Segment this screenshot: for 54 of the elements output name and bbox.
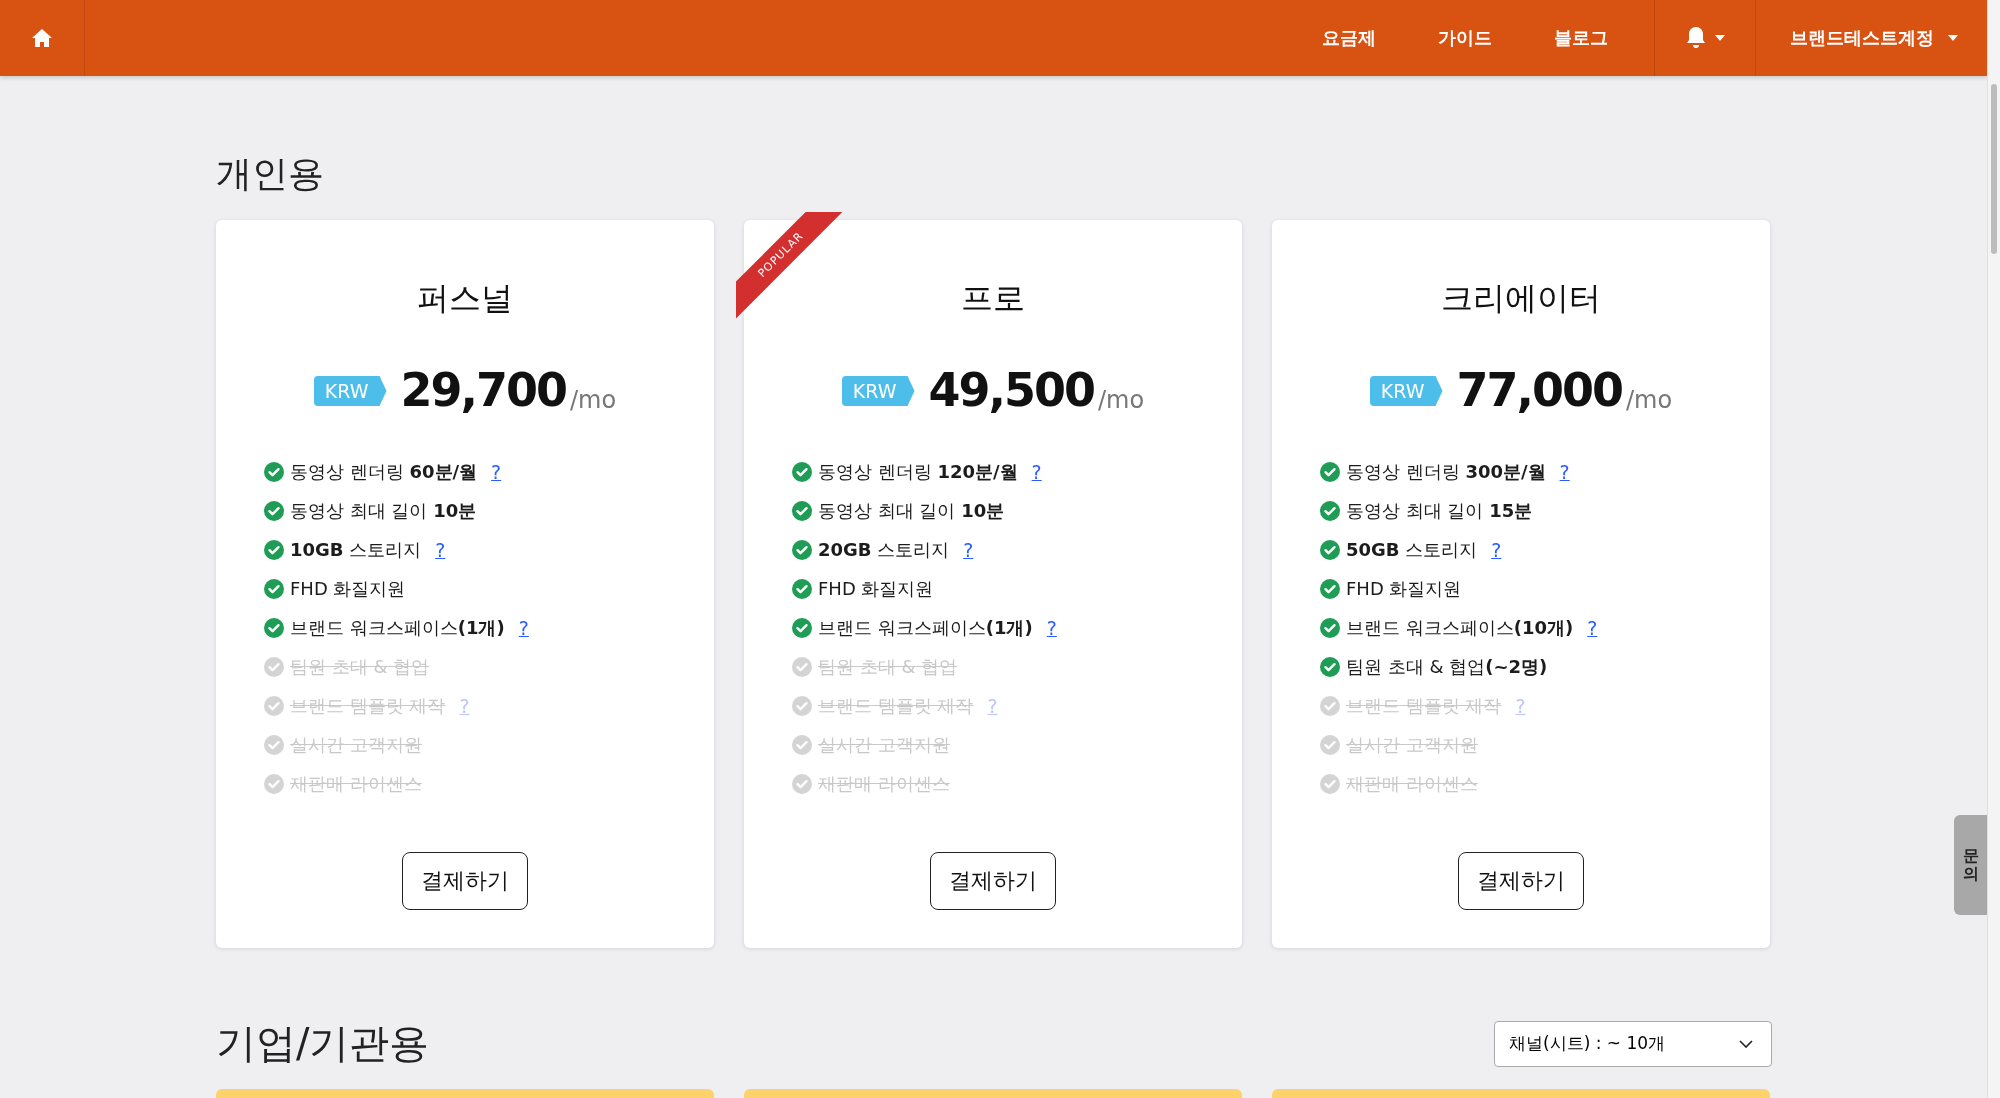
feature-text: 동영상 렌더링 120분/월 <box>818 459 1018 484</box>
notification-button[interactable] <box>1654 0 1756 76</box>
plan-name: 퍼스널 <box>417 278 513 319</box>
caret-icon <box>1948 35 1958 41</box>
nav-link[interactable]: 가이드 <box>1407 0 1523 76</box>
feature-text: 동영상 렌더링 60분/월 <box>290 459 478 484</box>
feature-text: 브랜드 워크스페이스(10개) <box>1346 615 1574 640</box>
checkout-button[interactable]: 결제하기 <box>930 852 1056 910</box>
price: 77,000 <box>1456 362 1622 418</box>
scrollbar[interactable] <box>1987 0 2000 1098</box>
feature-text: 팀원 초대 & 협업(~2명) <box>1346 654 1548 679</box>
feature-text: 브랜드 워크스페이스(1개) <box>818 615 1033 640</box>
feature-text: 20GB 스토리지 <box>818 537 950 562</box>
nav-link[interactable]: 요금제 <box>1291 0 1407 76</box>
help-link[interactable]: ? <box>1046 616 1057 639</box>
help-link[interactable]: ? <box>963 538 974 561</box>
help-link[interactable]: ? <box>1031 460 1042 483</box>
feature-text: 동영상 최대 길이 10분 <box>818 498 1005 523</box>
checkout-button[interactable]: 결제하기 <box>1458 852 1584 910</box>
price-period: /mo <box>1098 386 1145 414</box>
help-link[interactable]: ? <box>1491 538 1502 561</box>
chevron-down-icon <box>1739 1039 1753 1048</box>
feature-text: 10GB 스토리지 <box>290 537 422 562</box>
channel-select[interactable]: 채널(시트) : ~ 10개 <box>1494 1020 1772 1067</box>
plan-name: 프로 <box>961 278 1025 319</box>
feature-text: 50GB 스토리지 <box>1346 537 1478 562</box>
bell-icon <box>1685 26 1707 50</box>
feature-text: 동영상 렌더링 300분/월 <box>1346 459 1546 484</box>
price-period: /mo <box>570 386 617 414</box>
help-link[interactable]: ? <box>1559 460 1570 483</box>
currency-tag: KRW <box>313 376 387 406</box>
feature-text: 브랜드 워크스페이스(1개) <box>290 615 505 640</box>
account-menu[interactable]: 브랜드테스트계정 <box>1756 0 1988 76</box>
feature-text: FHD 화질지원 <box>290 576 406 601</box>
section-title: 기업/기관용 <box>216 1019 430 1068</box>
currency-tag: KRW <box>1369 376 1443 406</box>
plan-name: 크리에이터 <box>1441 278 1601 319</box>
help-link[interactable]: ? <box>491 460 502 483</box>
help-link[interactable]: ? <box>518 616 529 639</box>
price: 49,500 <box>928 362 1094 418</box>
help-link[interactable]: ? <box>435 538 446 561</box>
currency-tag: KRW <box>841 376 915 406</box>
feature-text: 동영상 최대 길이 15분 <box>1346 498 1533 523</box>
feature-text: 동영상 최대 길이 10분 <box>290 498 477 523</box>
nav-link[interactable]: 블로그 <box>1523 0 1639 76</box>
price: 29,700 <box>400 362 566 418</box>
inquiry-tab[interactable]: 문의 <box>1954 815 1988 915</box>
section-title: 개인용 <box>216 152 325 196</box>
price-period: /mo <box>1626 386 1673 414</box>
caret-icon <box>1715 35 1725 41</box>
help-link[interactable]: ? <box>1587 616 1598 639</box>
feature-text: FHD 화질지원 <box>818 576 934 601</box>
checkout-button[interactable]: 결제하기 <box>402 852 528 910</box>
feature-text: FHD 화질지원 <box>1346 576 1462 601</box>
